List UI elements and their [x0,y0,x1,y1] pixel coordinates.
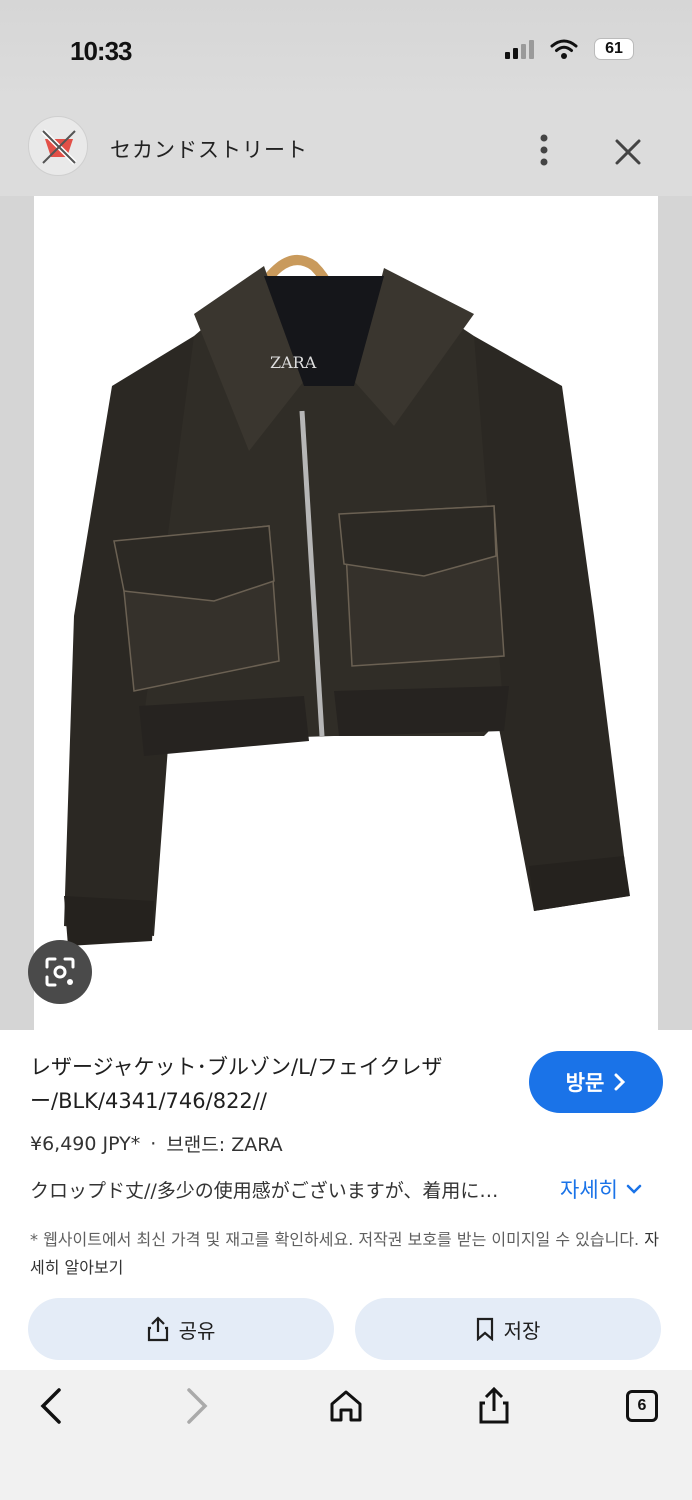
brand: 브랜드: ZARA [166,1134,283,1156]
status-icons: 61 [505,38,634,60]
chevron-right-icon [614,1073,626,1091]
separator: · [150,1132,157,1155]
product-info-panel: レザージャケット･ブルゾン/L/フェイクレザー/BLK/4341/746/822… [0,1030,692,1370]
share-button[interactable]: 공유 [28,1298,334,1360]
battery-icon: 61 [594,38,634,60]
back-arrow-icon [40,1388,61,1424]
home-icon [330,1390,362,1422]
description-row: クロップド丈//多少の使用感がございますが、着用に… 자세히 [30,1174,670,1204]
forward-button[interactable] [176,1384,220,1428]
more-label: 자세히 [560,1178,618,1202]
chevron-down-icon [626,1184,642,1194]
tab-count: 6 [626,1390,658,1422]
cellular-signal-icon [505,39,534,59]
save-button[interactable]: 저장 [355,1298,661,1360]
status-bar: 10:33 61 [0,0,692,100]
brand-label: ZARA [270,353,317,372]
disclaimer-text: * 웹사이트에서 최신 가격 및 재고를 확인하세요. 저작권 보호를 받는 이… [30,1230,640,1249]
product-image[interactable]: ZARA [34,196,658,1030]
product-title[interactable]: レザージャケット･ブルゾン/L/フェイクレザー/BLK/4341/746/822… [30,1050,500,1118]
share-label: 공유 [178,1318,216,1343]
status-time: 10:33 [70,36,132,66]
price-row: ¥6,490 JPY* · 브랜드: ZARA [30,1130,283,1157]
more-options-icon[interactable] [530,130,558,170]
wifi-icon [550,39,578,59]
share-page-icon [479,1387,509,1424]
disclaimer: * 웹사이트에서 최신 가격 및 재고를 확인하세요. 저작권 보호를 받는 이… [30,1226,670,1282]
visit-button[interactable]: 방문 [529,1051,663,1113]
home-button[interactable] [324,1384,368,1428]
share-icon [147,1316,168,1342]
lens-search-button[interactable] [28,940,92,1004]
back-button[interactable] [28,1384,72,1428]
source-header: セカンドストリート [0,100,692,196]
description: クロップド丈//多少の使用感がございますが、着用に… [30,1179,499,1202]
browser-toolbar: 6 [0,1370,692,1500]
image-viewer: ZARA [0,196,692,1030]
more-details-link[interactable]: 자세히 [560,1174,642,1204]
lens-icon [45,957,75,987]
forward-arrow-icon [187,1388,208,1424]
bookmark-icon [476,1317,493,1341]
price: ¥6,490 JPY* [30,1132,141,1155]
visit-label: 방문 [565,1071,605,1095]
share-page-button[interactable] [472,1384,516,1428]
close-icon[interactable] [610,134,646,170]
save-label: 저장 [503,1318,541,1343]
source-logo[interactable] [28,116,88,176]
source-name[interactable]: セカンドストリート [110,134,308,164]
tabs-button[interactable]: 6 [620,1384,664,1428]
